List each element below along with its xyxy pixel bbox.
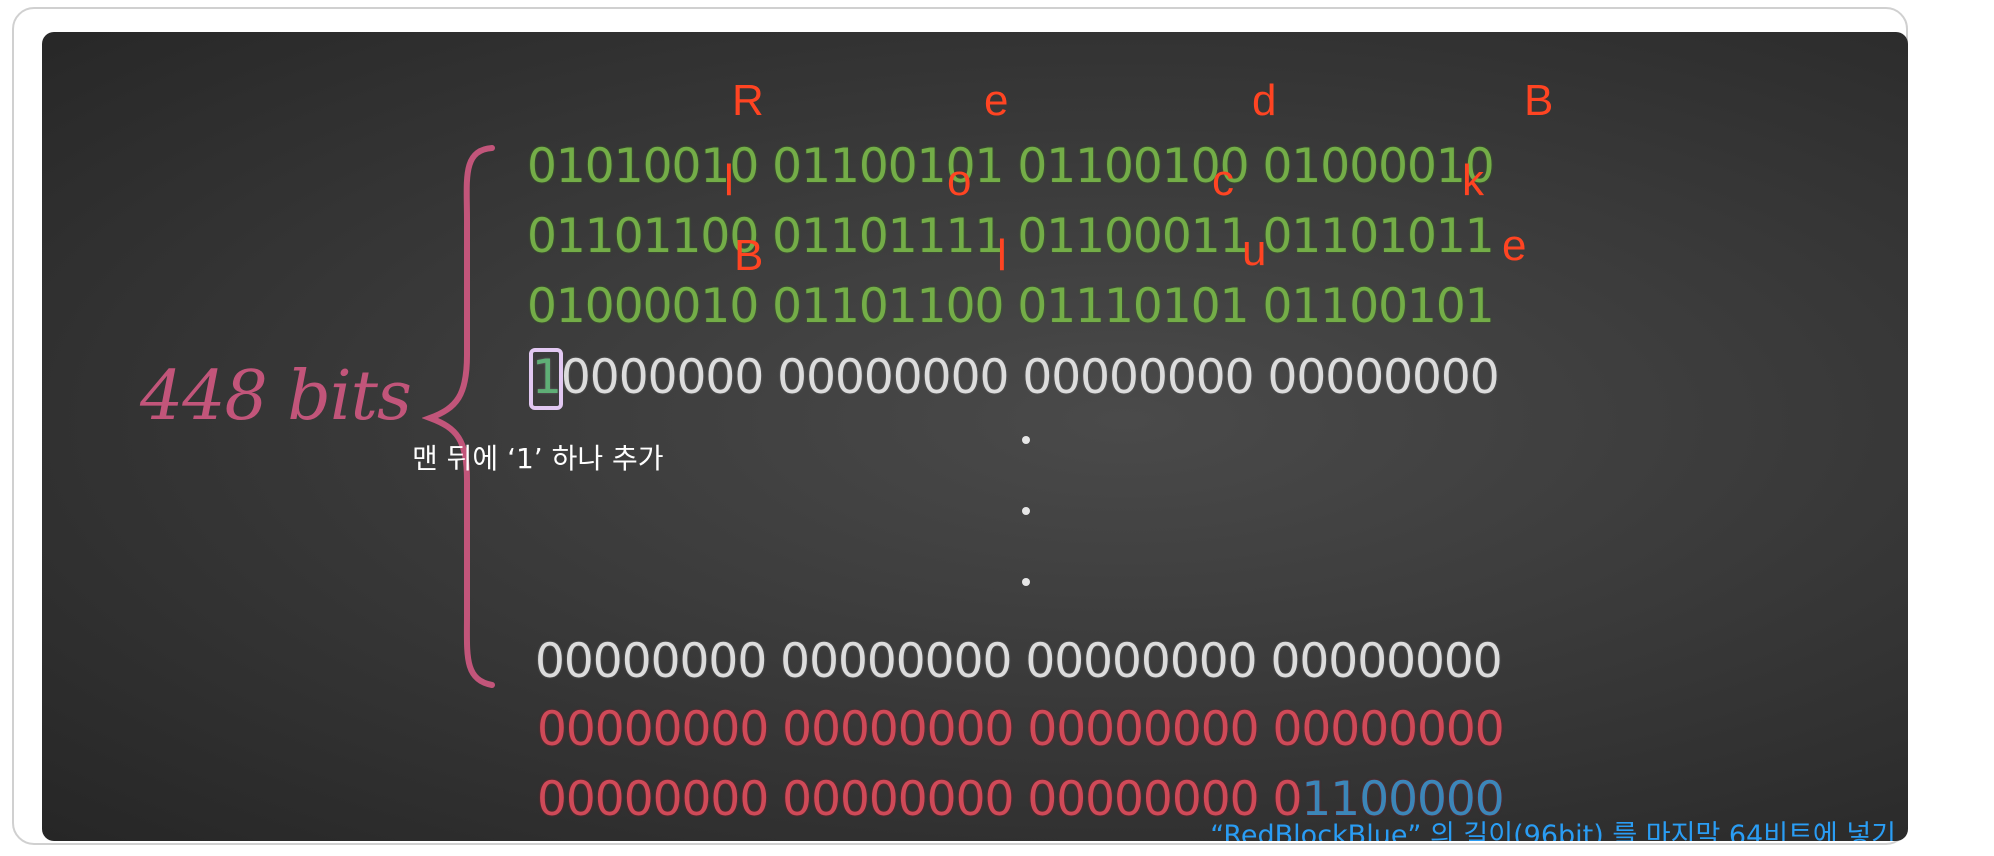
binary-row-3: 01000010 01101100 01110101 01100101 [527,279,1495,334]
note-length: “RedBlockBlue” 의 길이(96bit) 를 마지막 64비트에 넣… [1210,820,1896,841]
letter-label: R [732,76,764,125]
letter-label: d [1252,76,1277,125]
bits-label: 448 bits [140,357,412,436]
binary-row-4-rest: 0000000 00000000 00000000 00000000 [560,350,1500,405]
letter-label: e [984,76,1009,125]
highlight-box [529,348,563,410]
letter-label: B [734,231,764,280]
binary-row-5: 00000000 00000000 00000000 00000000 [535,634,1503,689]
letter-label: B [1524,76,1554,125]
image-card: 448 bits 01010010 01100101 01100100 0100… [12,7,1908,845]
binary-row-6: 00000000 00000000 00000000 00000000 [537,702,1505,757]
binary-row-7-zeros: 00000000 00000000 00000000 0 [537,772,1302,827]
letter-label: k [1462,156,1484,205]
letter-label: l [724,156,734,205]
binary-row-1: 01010010 01100101 01100100 01000010 [527,139,1495,194]
ellipsis-dot-3 [1022,578,1030,586]
ellipsis-dot-1 [1022,436,1030,444]
letter-label: u [1242,226,1267,275]
binary-row-2: 01101100 01101111 01100011 01101011 [527,209,1495,264]
letter-label: e [1502,221,1527,270]
brace-icon [422,145,495,688]
diagram-canvas: 448 bits 01010010 01100101 01100100 0100… [42,32,1908,841]
ellipsis-dot-2 [1022,507,1030,515]
letter-label: c [1212,156,1234,205]
note-append-one: 맨 뒤에 ‘1’ 하나 추가 [412,442,664,475]
binary-row-4: 10000000 00000000 00000000 00000000 [532,348,1500,408]
letter-label: l [997,231,1007,280]
letter-label: o [947,156,972,205]
